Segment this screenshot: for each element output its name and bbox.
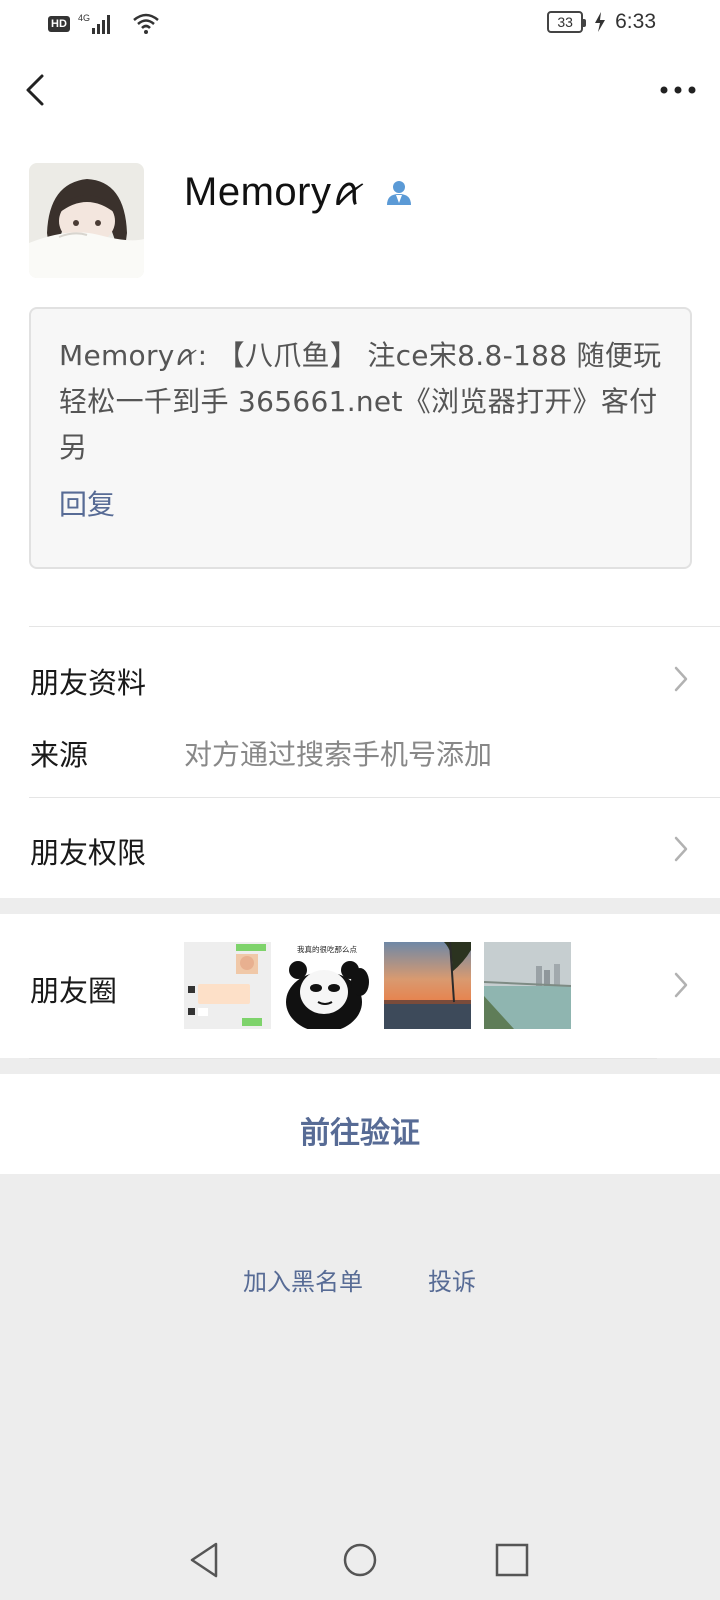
nav-home-button[interactable]	[340, 1540, 380, 1580]
charging-icon	[595, 12, 606, 32]
moments-thumbnail-river[interactable]	[484, 942, 571, 1029]
reply-link[interactable]: 回复	[59, 483, 662, 523]
cellular-signal-icon: 4G	[78, 13, 110, 34]
nav-recents-button[interactable]	[492, 1540, 532, 1580]
more-dots-icon	[660, 86, 696, 94]
battery-indicator: 33	[547, 11, 587, 33]
triangle-back-icon	[190, 1542, 218, 1578]
report-link[interactable]: 投诉	[428, 1262, 476, 1297]
chevron-right-icon[interactable]	[672, 664, 690, 694]
clock: 6:33	[615, 10, 656, 33]
avatar-image	[29, 163, 144, 278]
profile-name: Memoryꪁ	[184, 170, 365, 214]
status-bar-right: 33 6:33	[547, 10, 656, 34]
divider	[29, 1058, 657, 1059]
chevron-right-icon[interactable]	[672, 970, 690, 1000]
more-button[interactable]	[656, 78, 700, 102]
verification-message-box: Memoryꪁ: 【八爪鱼】 注ce宋8.8-188 随便玩 轻松一千到手 36…	[29, 307, 692, 569]
status-bar-left: HD 4G	[48, 12, 160, 36]
add-to-blacklist-link[interactable]: 加入黑名单	[243, 1262, 363, 1297]
back-button[interactable]	[20, 70, 50, 110]
source-value: 对方通过搜索手机号添加	[184, 738, 493, 771]
square-recents-icon	[495, 1543, 529, 1577]
circle-home-icon	[343, 1543, 377, 1577]
source-label: 来源	[30, 738, 89, 772]
friend-permissions-label[interactable]: 朋友权限	[30, 830, 146, 872]
moments-thumbnail-panda[interactable]: 我真的很吃那么点	[284, 942, 371, 1029]
section-gap	[0, 898, 720, 914]
panda-caption: 我真的很吃那么点	[297, 944, 357, 954]
chevron-right-icon[interactable]	[672, 834, 690, 864]
moments-thumbnail-chat[interactable]	[184, 942, 271, 1029]
chevron-left-icon	[26, 74, 44, 106]
battery-level: 33	[557, 14, 573, 30]
divider	[29, 797, 720, 798]
divider	[29, 626, 720, 627]
person-icon	[387, 181, 411, 205]
network-type: 4G	[78, 13, 90, 23]
avatar[interactable]	[29, 163, 144, 278]
hd-badge: HD	[48, 16, 70, 32]
friend-info-label[interactable]: 朋友资料	[30, 660, 146, 702]
verify-button-label[interactable]: 前往验证	[0, 1108, 720, 1152]
moments-thumbnail-sunset[interactable]	[384, 942, 471, 1029]
wifi-icon	[133, 13, 159, 34]
moments-label[interactable]: 朋友圈	[30, 968, 117, 1010]
nav-back-button[interactable]	[186, 1540, 226, 1580]
verification-message: Memoryꪁ: 【八爪鱼】 注ce宋8.8-188 随便玩 轻松一千到手 36…	[59, 339, 662, 464]
